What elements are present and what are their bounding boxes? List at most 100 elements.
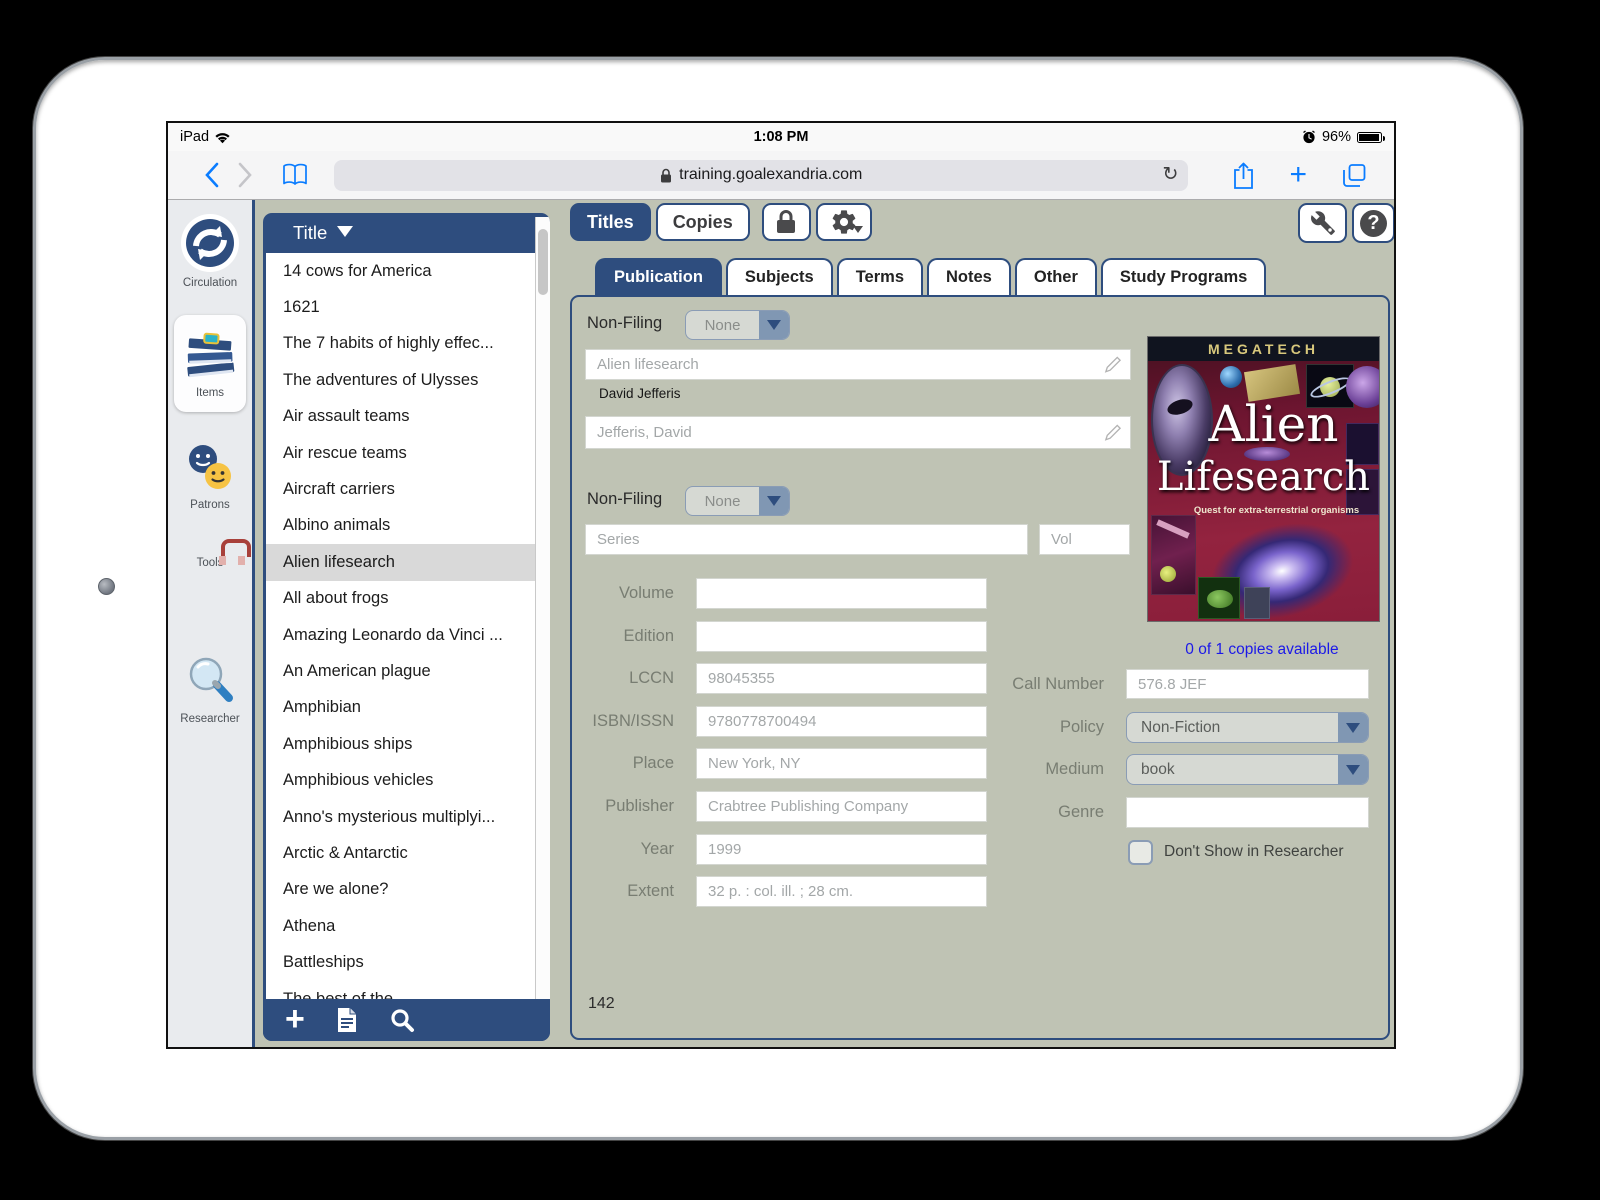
field-input-lccn[interactable]: 98045355 <box>696 663 987 694</box>
list-item[interactable]: 1621 <box>266 289 547 325</box>
utility-buttons: ? <box>1298 203 1395 243</box>
list-item[interactable]: Albino animals <box>266 508 547 544</box>
forward-button[interactable] <box>228 162 262 188</box>
series-input[interactable]: Series <box>585 524 1028 555</box>
cover-brand: MEGATECH <box>1148 337 1379 361</box>
back-button[interactable] <box>194 162 228 188</box>
field-input-place[interactable]: New York, NY <box>696 748 987 779</box>
author-input[interactable]: Jefferis, David <box>585 416 1131 449</box>
tab-publication[interactable]: Publication <box>595 258 722 295</box>
title-input[interactable]: Alien lifesearch <box>585 349 1131 380</box>
dont-show-checkbox[interactable] <box>1128 840 1153 865</box>
field-value: 32 p. : col. ill. ; 28 cm. <box>708 883 853 900</box>
dropdown-arrow-icon <box>1338 713 1368 742</box>
list-item[interactable]: An American plague <box>266 653 547 689</box>
scrollbar-thumb[interactable] <box>538 229 548 295</box>
list-item[interactable]: The 7 habits of highly effec... <box>266 326 547 362</box>
actions-menu-button[interactable] <box>816 203 872 241</box>
dropdown-arrow-icon <box>759 487 789 515</box>
sidebar: Circulation <box>168 200 255 1049</box>
field-input-isbn-issn[interactable]: 9780778700494 <box>696 706 987 737</box>
list-scrollbar <box>535 217 550 1037</box>
sidebar-item-researcher[interactable]: Researcher <box>168 652 252 725</box>
list-item[interactable]: Amazing Leonardo da Vinci ... <box>266 617 547 653</box>
list-item[interactable]: All about frogs <box>266 581 547 617</box>
field-label: Year <box>572 834 686 865</box>
field-label: LCCN <box>572 663 686 694</box>
list-item[interactable]: Air assault teams <box>266 399 547 435</box>
preferences-button[interactable] <box>1298 203 1347 243</box>
field-input-publisher[interactable]: Crabtree Publishing Company <box>696 791 987 822</box>
field-label: Place <box>572 748 686 779</box>
gear-dropdown-arrow-icon <box>853 226 863 233</box>
series-placeholder: Series <box>597 531 640 548</box>
list-item[interactable]: Aircraft carriers <box>266 471 547 507</box>
non-filing-dropdown-2[interactable]: None <box>685 486 790 516</box>
tabs-icon[interactable] <box>1341 162 1368 189</box>
list-sort-header[interactable]: Title <box>263 213 550 253</box>
record-toolbar: Titles Copies <box>570 203 872 241</box>
sidebar-item-patrons[interactable]: Patrons <box>168 440 252 511</box>
sort-arrow-icon <box>337 226 353 237</box>
list-item[interactable]: 14 cows for America <box>266 253 547 289</box>
list-item[interactable]: Alien lifesearch <box>266 544 547 580</box>
sidebar-item-tools[interactable]: Tools <box>168 548 252 569</box>
circulation-icon <box>168 212 252 274</box>
sidebar-item-items[interactable]: Items <box>168 322 252 399</box>
tab-terms[interactable]: Terms <box>837 258 923 295</box>
field-input-edition[interactable] <box>696 621 987 652</box>
sidebar-item-circulation[interactable]: Circulation <box>168 212 252 289</box>
call-number-input[interactable]: 576.8 JEF <box>1126 669 1369 699</box>
sidebar-item-label: Patrons <box>168 499 252 511</box>
field-input-extent[interactable]: 32 p. : col. ill. ; 28 cm. <box>696 876 987 907</box>
tab-notes[interactable]: Notes <box>927 258 1011 295</box>
record-document-button[interactable] <box>335 1006 359 1034</box>
genre-input[interactable] <box>1126 797 1369 828</box>
non-filing-label: Non-Filing <box>587 314 662 333</box>
cover-tagline: Quest for extra-terrestrial organisms <box>1178 505 1375 516</box>
list-item[interactable]: Amphibious vehicles <box>266 762 547 798</box>
share-icon[interactable] <box>1232 161 1255 190</box>
list-item[interactable]: The best of the... <box>266 981 547 999</box>
reload-icon[interactable]: ↻ <box>1163 163 1179 185</box>
ipad-frame: iPad 1:08 PM 96% <box>33 57 1523 1140</box>
list-item[interactable]: Amphibian <box>266 690 547 726</box>
medium-dropdown[interactable]: book <box>1126 754 1369 785</box>
non-filing-dropdown-1[interactable]: None <box>685 310 790 340</box>
author-input-value: Jefferis, David <box>597 424 692 441</box>
tab-study-programs[interactable]: Study Programs <box>1101 258 1266 295</box>
vol-input[interactable]: Vol <box>1039 524 1130 555</box>
new-tab-icon[interactable]: + <box>1289 160 1307 190</box>
field-input-year[interactable]: 1999 <box>696 834 987 865</box>
list-item[interactable]: Are we alone? <box>266 872 547 908</box>
tab-copies[interactable]: Copies <box>656 203 750 241</box>
medium-value: book <box>1127 755 1338 784</box>
edit-pencil-icon <box>1103 355 1122 374</box>
list-item[interactable]: Athena <box>266 908 547 944</box>
tab-other[interactable]: Other <box>1015 258 1097 295</box>
wrench-icon <box>1310 210 1336 236</box>
search-button[interactable] <box>389 1007 415 1033</box>
policy-dropdown[interactable]: Non-Fiction <box>1126 712 1369 743</box>
help-button[interactable]: ? <box>1352 203 1395 243</box>
field-input-volume[interactable] <box>696 578 987 609</box>
list-footer: + <box>263 999 550 1041</box>
field-label: Volume <box>572 578 686 609</box>
list-item[interactable]: Amphibious ships <box>266 726 547 762</box>
list-item[interactable]: Anno's mysterious multiplyi... <box>266 799 547 835</box>
list-item[interactable]: Arctic & Antarctic <box>266 835 547 871</box>
bookmarks-icon[interactable] <box>278 162 312 188</box>
lock-button[interactable] <box>762 203 811 241</box>
tab-titles[interactable]: Titles <box>570 203 651 241</box>
dropdown-value: None <box>686 311 759 339</box>
call-number-value: 576.8 JEF <box>1138 676 1206 693</box>
list-item[interactable]: Air rescue teams <box>266 435 547 471</box>
list-item[interactable]: The adventures of Ulysses <box>266 362 547 398</box>
tab-subjects[interactable]: Subjects <box>726 258 833 295</box>
cover-title-line2: Lifesearch <box>1148 454 1379 500</box>
url-field[interactable]: training.goalexandria.com ↻ <box>334 160 1188 191</box>
publication-panel: Non-Filing None Alien lifesearch David J… <box>570 295 1390 1040</box>
browser-toolbar: training.goalexandria.com ↻ + <box>168 151 1394 200</box>
list-item[interactable]: Battleships <box>266 944 547 980</box>
add-title-button[interactable]: + <box>285 1006 305 1033</box>
